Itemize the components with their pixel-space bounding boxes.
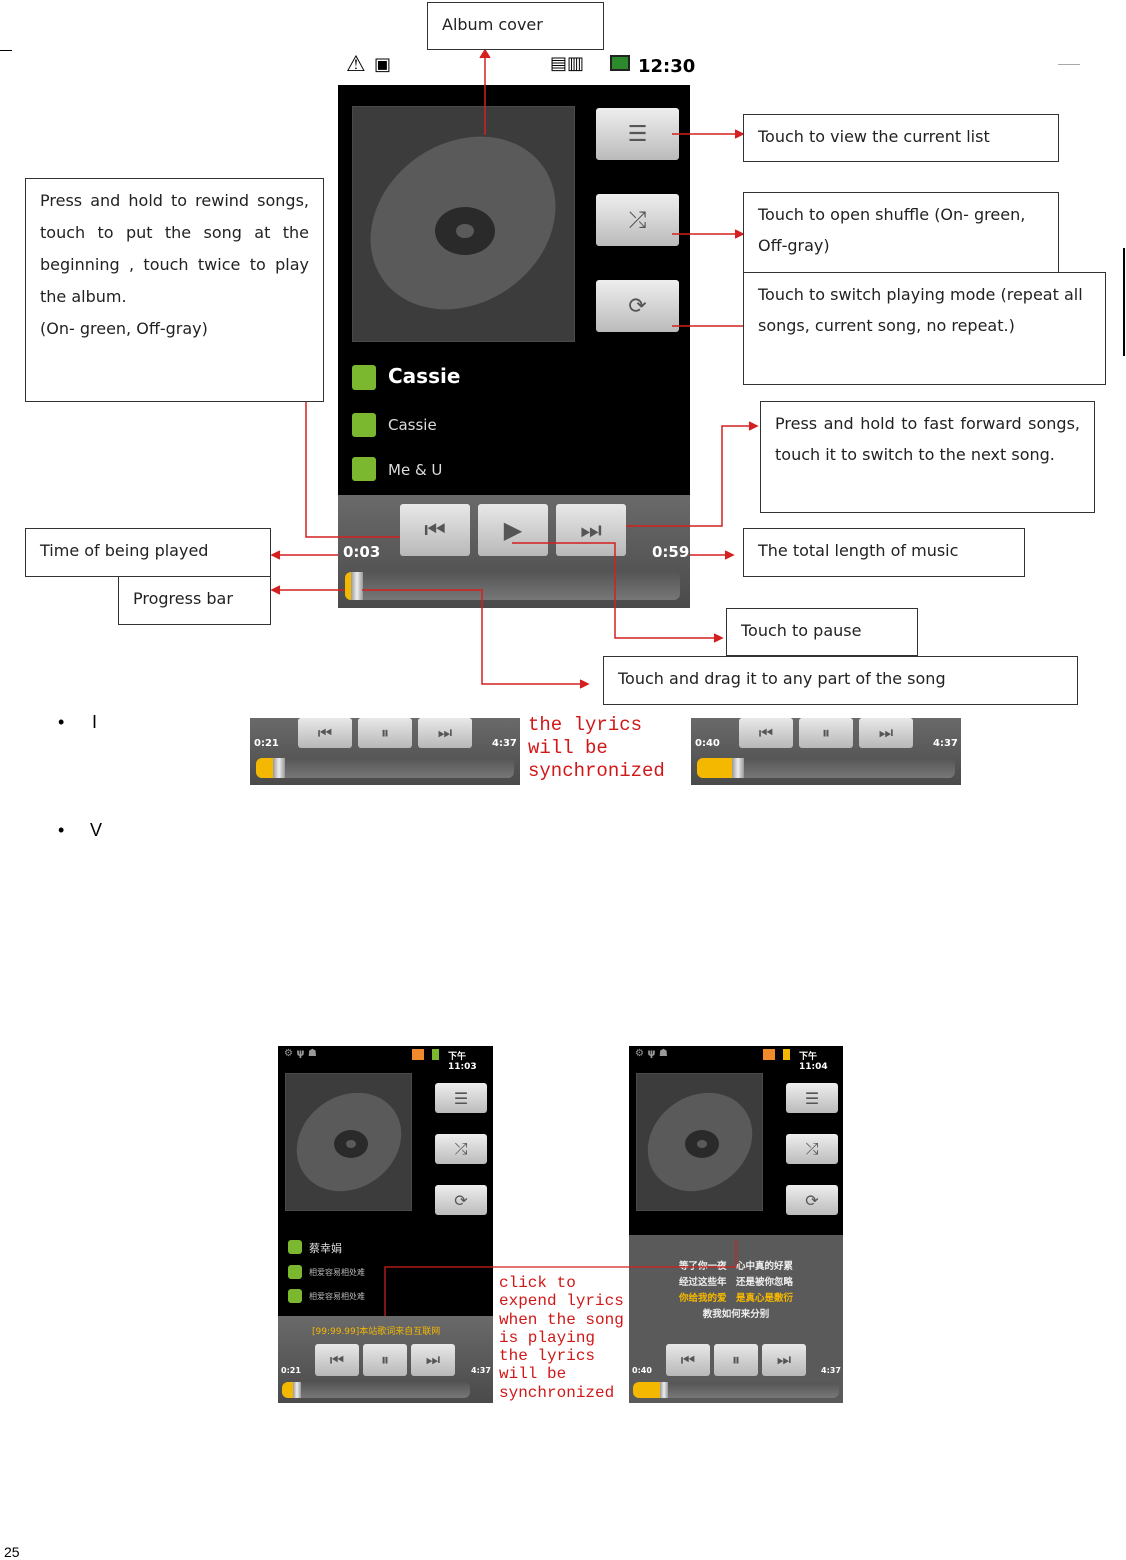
status-time: 下午 11:03: [448, 1052, 477, 1072]
line-drag: [362, 589, 588, 685]
bullet-item: • V: [58, 820, 103, 840]
album-cover: [285, 1073, 412, 1211]
callout-current-list: Touch to view the current list: [743, 114, 1059, 162]
previous-button[interactable]: ⏮: [739, 718, 793, 748]
current-list-button[interactable]: ☰: [786, 1083, 838, 1113]
previous-button[interactable]: ⏮: [315, 1344, 359, 1376]
strip-left-controls: ⏮ ⏸ ⏭ 0:21 4:37: [250, 718, 520, 785]
bullet-item: • I: [58, 712, 98, 732]
callout-pause: Touch to pause: [726, 608, 918, 656]
album-icon: [288, 1265, 302, 1279]
signal-icon: [763, 1049, 775, 1060]
pause-button[interactable]: ⏸: [358, 718, 412, 748]
lyrics-phone-right: ⚙ ψ ☗ 下午 11:04 ☰ ⤮ ⟳ 等了你一夜 心中真的好累 经过这些年 …: [629, 1046, 843, 1403]
next-button[interactable]: ⏭: [418, 718, 472, 748]
lyric-line[interactable]: [99:99.99]本站歌词来自互联网: [312, 1324, 440, 1337]
page-number: 25: [4, 1544, 20, 1560]
time-total: 4:37: [471, 1366, 491, 1375]
line-rewind: [305, 401, 400, 538]
track-artist: 蔡幸娟: [309, 1242, 342, 1255]
progress-knob[interactable]: [272, 758, 285, 778]
callout-album-cover: Album cover: [427, 2, 604, 50]
battery-icon: [783, 1049, 790, 1060]
shuffle-button[interactable]: ⤮: [786, 1134, 838, 1164]
next-button[interactable]: ⏭: [411, 1344, 455, 1376]
line-ff: [626, 425, 757, 527]
strip-right-controls: ⏮ ⏸ ⏭ 0:40 4:37: [691, 718, 961, 785]
status-time: 下午 11:04: [799, 1052, 828, 1072]
callout-repeat: Touch to switch playing mode (repeat all…: [743, 272, 1106, 385]
progress-bar[interactable]: [256, 758, 514, 778]
song-icon: [288, 1289, 302, 1303]
progress-knob[interactable]: [659, 1382, 668, 1398]
previous-button[interactable]: ⏮: [666, 1344, 710, 1376]
progress-fill: [697, 758, 736, 778]
time-total: 4:37: [821, 1366, 841, 1375]
battery-icon: [432, 1049, 439, 1060]
lyrics-text[interactable]: 等了你一夜 心中真的好累 经过这些年 还是被你忽略 你给我的爱 是真心是敷衍 教…: [629, 1259, 843, 1323]
line-pause: [512, 542, 722, 639]
track-album: 相爱容易相处难: [309, 1268, 365, 1277]
album-cover: [636, 1073, 763, 1211]
current-list-button[interactable]: ☰: [435, 1083, 487, 1113]
lyrics-panel: [99:99.99]本站歌词来自互联网 ⏮ ⏸ ⏭ 0:21 4:37: [278, 1316, 493, 1403]
time-elapsed: 0:40: [632, 1366, 652, 1375]
signal-icon: [412, 1049, 424, 1060]
pause-button[interactable]: ⏸: [799, 718, 853, 748]
repeat-button[interactable]: ⟳: [435, 1185, 487, 1215]
lyrics-panel: 等了你一夜 心中真的好累 经过这些年 还是被你忽略 你给我的爱 是真心是敷衍 教…: [629, 1235, 843, 1403]
shuffle-button[interactable]: ⤮: [435, 1134, 487, 1164]
lyrics-caption: click to expend lyrics when the song is …: [499, 1274, 624, 1402]
time-total: 4:37: [492, 738, 517, 749]
pause-button[interactable]: ⏸: [363, 1344, 407, 1376]
progress-bar[interactable]: [697, 758, 955, 778]
callout-fast-forward: Press and hold to fast forward songs, to…: [760, 401, 1095, 513]
callout-drag: Touch and drag it to any part of the son…: [603, 656, 1078, 705]
progress-bar[interactable]: [633, 1382, 839, 1398]
callout-rewind: Press and hold to rewind songs, touch to…: [25, 178, 324, 402]
callout-progress-bar: Progress bar: [118, 576, 271, 625]
previous-button[interactable]: ⏮: [298, 718, 352, 748]
callout-total-length: The total length of music: [743, 528, 1025, 577]
time-elapsed: 0:21: [254, 738, 279, 749]
time-elapsed: 0:40: [695, 738, 720, 749]
next-button[interactable]: ⏭: [859, 718, 913, 748]
next-button[interactable]: ⏭: [762, 1344, 806, 1376]
status-icons: ⚙ ψ ☗: [635, 1048, 668, 1059]
strip-caption: the lyrics will be synchronized: [528, 714, 665, 782]
track-song: 相爱容易相处难: [309, 1292, 365, 1301]
status-icons: ⚙ ψ ☗: [284, 1048, 317, 1059]
time-total: 4:37: [933, 738, 958, 749]
progress-knob[interactable]: [293, 1382, 302, 1398]
progress-knob[interactable]: [731, 758, 744, 778]
callout-shuffle: Touch to open shuffle (On- green, Off-gr…: [743, 192, 1059, 273]
time-elapsed: 0:21: [281, 1366, 301, 1375]
lyrics-phone-left: ⚙ ψ ☗ 下午 11:03 ☰ ⤮ ⟳ 蔡幸娟 相爱容易相处难 相爱容易相处难…: [278, 1046, 493, 1403]
callout-time-played: Time of being played: [25, 528, 271, 577]
repeat-button[interactable]: ⟳: [786, 1185, 838, 1215]
artist-icon: [288, 1240, 302, 1254]
pause-button[interactable]: ⏸: [714, 1344, 758, 1376]
progress-bar[interactable]: [282, 1382, 470, 1398]
